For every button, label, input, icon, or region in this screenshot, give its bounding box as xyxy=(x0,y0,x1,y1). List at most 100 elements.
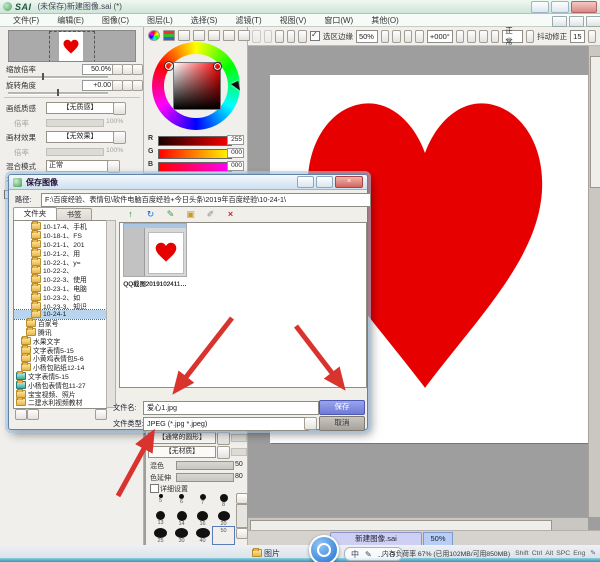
brush-size-item[interactable]: 25 xyxy=(150,527,171,544)
nav-rotate-reset-button[interactable] xyxy=(132,80,143,91)
navigator-zoom-slider[interactable] xyxy=(8,76,108,79)
expand-selection-button[interactable] xyxy=(298,30,307,43)
stabilizer-dropdown-button[interactable] xyxy=(588,30,597,43)
deselect-button[interactable] xyxy=(275,30,284,43)
brush-size-item[interactable]: 30 xyxy=(171,527,192,544)
folder-tree-item[interactable]: 二建水利视频教材 xyxy=(14,398,106,407)
paint-mode-dropdown-button[interactable] xyxy=(526,30,535,43)
filetype-select[interactable]: JPEG (*.jpg *.jpeg) xyxy=(143,417,309,431)
material-effect-select[interactable]: 【无效果】 xyxy=(46,131,114,143)
color-wheel-icon[interactable] xyxy=(148,30,160,41)
zoom-fit-button[interactable] xyxy=(381,30,390,43)
brush-dilute-slider[interactable] xyxy=(176,473,234,482)
flip-button[interactable] xyxy=(479,30,488,43)
file-thumbnail[interactable]: QQ截图2019102411… xyxy=(120,223,190,288)
tree-nav-button-3[interactable] xyxy=(95,409,107,420)
brush-size-item[interactable]: 13 xyxy=(150,510,171,527)
dialog-minimize-button[interactable] xyxy=(297,176,314,188)
path-field[interactable]: F:\百度经验、表情包\软件电脑百度经验+今日头条\2019年百度经验\10-2… xyxy=(41,193,371,207)
brush-shape-dropdown-button[interactable] xyxy=(217,432,230,445)
menu-item[interactable]: 图层(L) xyxy=(138,15,182,26)
brush-size-item[interactable]: 8 xyxy=(213,493,234,510)
size-scroll-down-button[interactable] xyxy=(236,528,248,539)
pictures-taskbar-item[interactable]: 图片 xyxy=(264,548,280,559)
folder-tree-item[interactable]: 10-23-3、知识 xyxy=(14,301,106,310)
brush-shape-select[interactable]: 【通常的圆形】 xyxy=(148,432,216,444)
menu-item[interactable]: 文件(F) xyxy=(4,15,48,26)
new-folder-icon[interactable]: ▣ xyxy=(183,208,198,221)
maximize-button[interactable] xyxy=(551,1,569,13)
brush-texture-select[interactable]: 【无材质】 xyxy=(148,446,216,458)
brush-size-item[interactable]: 6 xyxy=(171,493,192,510)
tree-scrollbar[interactable] xyxy=(106,220,116,408)
brush-blend-slider[interactable] xyxy=(176,461,234,470)
zoom-reset-button[interactable] xyxy=(415,30,424,43)
b-value[interactable]: 000 xyxy=(227,161,244,171)
ime-icon[interactable]: ✎ xyxy=(365,550,372,559)
tree-nav-button-1[interactable] xyxy=(15,409,27,420)
menu-item[interactable]: 图像(C) xyxy=(93,15,138,26)
minimize-button[interactable] xyxy=(531,1,549,13)
blend-mode-select[interactable]: 正常 xyxy=(46,160,108,172)
brush-size-item[interactable]: 50 xyxy=(213,527,234,544)
size-scrollbar-thumb[interactable] xyxy=(236,504,248,528)
brush-size-item[interactable]: 5 xyxy=(150,493,171,510)
paint-mode-select[interactable]: 正常 xyxy=(502,30,522,43)
size-scroll-up-button[interactable] xyxy=(236,493,248,504)
browser-app-icon[interactable] xyxy=(309,535,339,562)
ime-icon[interactable]: 中 xyxy=(351,549,359,560)
brush-size-item[interactable]: 7 xyxy=(192,493,213,510)
r-slider[interactable] xyxy=(158,136,232,146)
filetype-dropdown-button[interactable] xyxy=(304,417,317,430)
b-slider[interactable] xyxy=(158,162,232,172)
invert-selection-button[interactable] xyxy=(287,30,296,43)
menu-item[interactable]: 其他(O) xyxy=(362,15,408,26)
vertical-scrollbar-thumb[interactable] xyxy=(590,56,600,188)
close-button[interactable] xyxy=(571,1,597,13)
refresh-icon[interactable]: ↻ xyxy=(143,208,158,221)
paper-texture-dropdown-button[interactable] xyxy=(113,102,126,115)
saturation-value-square[interactable] xyxy=(173,62,221,110)
angle-field[interactable]: +000° xyxy=(427,30,453,43)
doc-minimize-button[interactable] xyxy=(552,16,567,27)
rotate-cw-button[interactable] xyxy=(467,30,476,43)
r-value[interactable]: 255 xyxy=(227,135,244,145)
menu-item[interactable]: 选择(S) xyxy=(182,15,227,26)
brush-texture-dropdown-button[interactable] xyxy=(217,446,230,459)
menu-item[interactable]: 滤镜(T) xyxy=(226,15,270,26)
brush-size-item[interactable]: 20 xyxy=(213,510,234,527)
brush-size-item[interactable]: 14 xyxy=(171,510,192,527)
doc-restore-button[interactable] xyxy=(569,16,584,27)
dialog-close-button[interactable]: × xyxy=(335,176,363,188)
horizontal-scrollbar[interactable] xyxy=(248,517,588,530)
brush-size-item[interactable]: 16 xyxy=(192,510,213,527)
doc-close-button[interactable] xyxy=(586,16,600,27)
g-value[interactable]: 000 xyxy=(227,148,244,158)
hsv-slider-icon[interactable] xyxy=(178,30,190,41)
rgb-slider-icon[interactable] xyxy=(163,30,175,41)
brush-size-item[interactable]: 40 xyxy=(192,527,213,544)
new-file-icon[interactable]: ✎ xyxy=(163,208,178,221)
cancel-button[interactable]: 取消 xyxy=(319,416,365,431)
zoom-out-button[interactable] xyxy=(392,30,401,43)
undo-button[interactable] xyxy=(252,30,261,43)
color-mixer-icon[interactable] xyxy=(193,30,205,41)
detail-settings-checkbox[interactable] xyxy=(150,484,159,493)
navigator-preview[interactable] xyxy=(8,30,136,62)
selection-edge-checkbox[interactable] xyxy=(310,31,320,41)
rotate-reset-button[interactable] xyxy=(491,30,500,43)
paper-texture-select[interactable]: 【无质感】 xyxy=(46,102,114,114)
material-effect-dropdown-button[interactable] xyxy=(113,131,126,144)
navigator-angle-slider[interactable] xyxy=(8,92,108,95)
tab-folders[interactable]: 文件夹 xyxy=(13,207,57,221)
zoom-in-button[interactable] xyxy=(404,30,413,43)
nav-zoom-reset-button[interactable] xyxy=(132,64,143,75)
menu-item[interactable]: 窗口(W) xyxy=(315,15,362,26)
rotate-ccw-button[interactable] xyxy=(456,30,465,43)
scratchpad-icon[interactable] xyxy=(223,30,235,41)
hue-ring[interactable] xyxy=(152,42,240,130)
swatches-icon[interactable] xyxy=(208,30,220,41)
rename-icon[interactable]: ✐ xyxy=(203,208,218,221)
g-slider[interactable] xyxy=(158,149,232,159)
filename-field[interactable]: 爱心1.jpg xyxy=(143,401,319,415)
